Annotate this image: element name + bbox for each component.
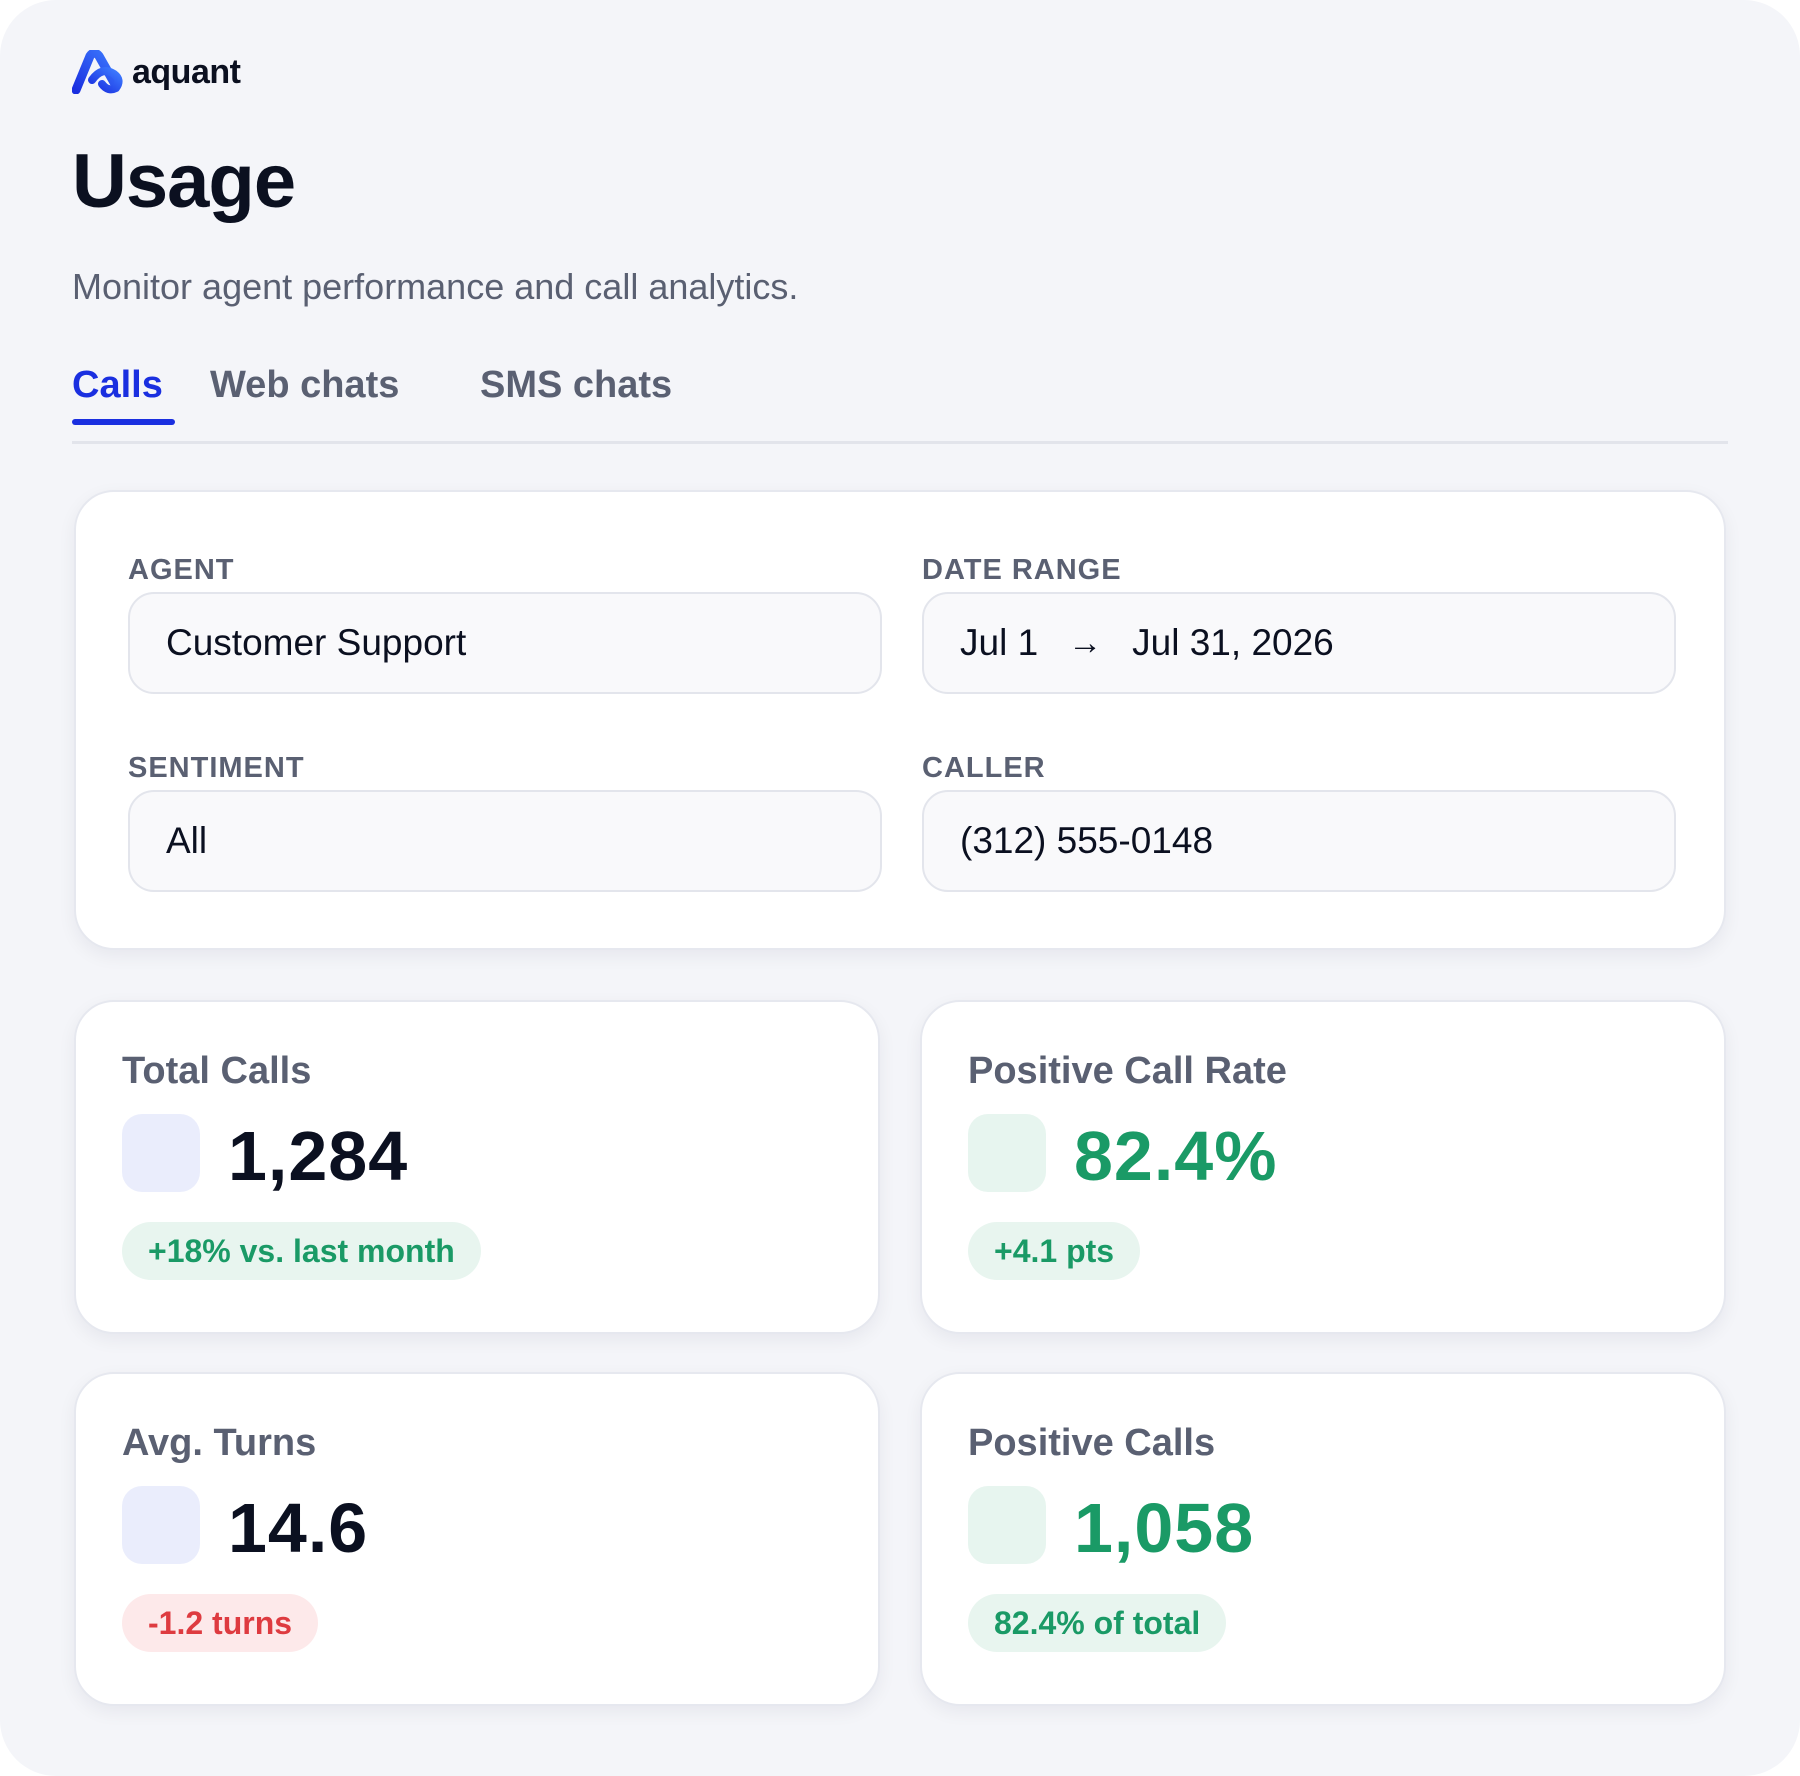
- stat-card-total-calls: Total Calls 1,284 +18% vs. last month: [74, 1000, 880, 1334]
- phone-icon: [122, 1114, 200, 1192]
- sentiment-value: All: [166, 820, 208, 861]
- date-range-start: Jul 1: [960, 622, 1039, 663]
- caller-field[interactable]: (312) 555-0148: [922, 790, 1676, 892]
- date-range-end: Jul 31, 2026: [1132, 622, 1334, 663]
- tab-sms-chats[interactable]: SMS chats: [480, 364, 672, 423]
- stat-label: Total Calls: [122, 1050, 312, 1092]
- caller-value: (312) 555-0148: [960, 820, 1214, 861]
- stat-label: Avg. Turns: [122, 1422, 317, 1464]
- stat-value: 82.4%: [1074, 1117, 1278, 1195]
- filters-card: AGENT Customer Support DATE RANGE Jul 1 …: [74, 490, 1726, 950]
- stat-card-positive-calls: Positive Calls 1,058 82.4% of total: [920, 1372, 1726, 1706]
- tab-calls[interactable]: Calls: [72, 364, 175, 425]
- chat-turns-icon: [122, 1486, 200, 1564]
- agent-value: Customer Support: [166, 622, 467, 663]
- thumbs-up-icon: [968, 1486, 1046, 1564]
- stat-card-positive-call-rate: Positive Call Rate 82.4% +4.1 pts: [920, 1000, 1726, 1334]
- agent-select[interactable]: Customer Support: [128, 592, 882, 694]
- logo-text: aquant: [132, 52, 241, 91]
- stat-value: 1,284: [228, 1117, 409, 1195]
- tab-web-chats[interactable]: Web chats: [210, 364, 399, 423]
- trend-badge: 82.4% of total: [968, 1594, 1227, 1652]
- stat-label: Positive Call Rate: [968, 1050, 1287, 1092]
- aquant-logo-icon: [72, 50, 123, 94]
- trend-badge: +4.1 pts: [968, 1222, 1141, 1280]
- tab-bar: Calls Web chats SMS chats: [72, 360, 1728, 444]
- trend-badge: +18% vs. last month: [122, 1222, 481, 1280]
- stat-value: 14.6: [228, 1489, 369, 1567]
- stat-value: 1,058: [1074, 1489, 1255, 1567]
- date-range-label: DATE RANGE: [922, 554, 1122, 586]
- stat-label: Positive Calls: [968, 1422, 1216, 1464]
- arrow-right-icon: →: [1068, 623, 1103, 662]
- page-title: Usage: [72, 139, 296, 224]
- sentiment-label: SENTIMENT: [128, 752, 305, 784]
- brand-logo[interactable]: aquant: [72, 50, 241, 94]
- agent-label: AGENT: [128, 554, 235, 586]
- date-range-picker[interactable]: Jul 1 → Jul 31, 2026: [922, 592, 1676, 694]
- smile-icon: [968, 1114, 1046, 1192]
- usage-page: aquant Usage Monitor agent performance a…: [0, 0, 1800, 1776]
- caller-label: CALLER: [922, 752, 1046, 784]
- page-subtitle: Monitor agent performance and call analy…: [72, 266, 799, 307]
- sentiment-select[interactable]: All: [128, 790, 882, 892]
- stat-card-avg-turns: Avg. Turns 14.6 -1.2 turns: [74, 1372, 880, 1706]
- trend-badge: -1.2 turns: [122, 1594, 319, 1652]
